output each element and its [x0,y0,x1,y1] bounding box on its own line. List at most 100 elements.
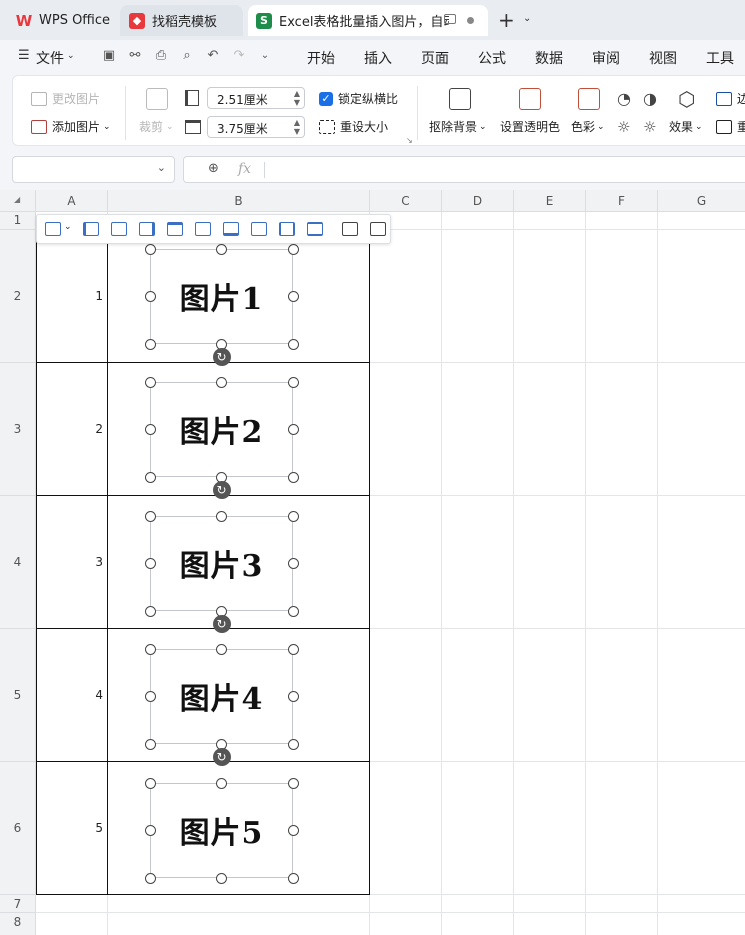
align-bottom-icon[interactable] [223,222,239,236]
resize-handle[interactable] [287,243,299,255]
border-button[interactable]: 边 [716,90,745,107]
resize-handle[interactable] [144,777,156,789]
set-transparent-color-icon[interactable] [519,88,541,110]
column-header-b[interactable]: B [108,190,370,212]
lock-aspect-checkbox[interactable]: ✓ 锁定纵横比 [319,90,398,107]
picture-3[interactable]: 图片3 [150,516,293,611]
row-header-2[interactable]: 2 [0,230,36,363]
column-header-e[interactable]: E [514,190,586,212]
column-header-a[interactable]: A [36,190,108,212]
resize-handle[interactable] [144,471,156,483]
row-header-7[interactable]: 7 [0,895,36,913]
resize-handle[interactable] [216,872,227,884]
distribute-horizontal-icon[interactable] [279,222,295,236]
select-all-corner[interactable]: ◢ [0,190,36,212]
resize-handle[interactable] [144,558,156,569]
set-transparent-color-button[interactable]: 设置透明色 [500,118,560,135]
resize-handle[interactable] [287,291,299,302]
formula-input[interactable]: ⊕ fx [183,156,745,183]
name-box-chevron-icon[interactable]: ⌄ [157,161,166,174]
rotate-handle-icon[interactable]: ↻ [212,348,231,366]
picture-2[interactable]: 图片2 [150,382,293,477]
unsaved-dot-icon[interactable] [467,17,474,24]
align-middle-icon[interactable] [195,222,211,236]
resize-handle[interactable] [144,605,156,617]
resize-handle[interactable] [216,243,227,255]
crop-icon[interactable] [146,88,168,110]
menu-page[interactable]: 页面 [421,48,449,68]
brightness-down-icon[interactable]: ☼ [617,118,630,136]
effects-button[interactable]: 效果 ⌄ [669,118,703,135]
align-right-icon[interactable] [139,222,155,236]
resize-handle[interactable] [216,376,227,388]
resize-handle[interactable] [287,691,299,702]
redo-icon[interactable]: ↷ [230,47,248,65]
menu-tools[interactable]: 工具 [706,48,734,68]
tab-wps-office[interactable]: W WPS Office [6,5,116,36]
column-header-g[interactable]: G [658,190,745,212]
group-icon[interactable] [342,222,358,236]
picture-4[interactable]: 图片4 [150,649,293,744]
resize-handle[interactable] [287,510,299,522]
cell-a3[interactable]: 2 [36,422,107,436]
column-header-c[interactable]: C [370,190,442,212]
color-icon[interactable] [578,88,600,110]
resize-handle[interactable] [287,605,299,617]
row-header-6[interactable]: 6 [0,762,36,895]
link-icon[interactable]: ⚯ [126,47,144,65]
resize-handle[interactable] [144,338,156,350]
reset-size-button[interactable]: 重设大小 [319,118,388,135]
resize-handle[interactable] [144,691,156,702]
row-header-5[interactable]: 5 [0,629,36,762]
select-mode-icon[interactable] [45,222,61,236]
zoom-formula-icon[interactable]: ⊕ [208,161,219,176]
fx-icon[interactable]: fx [238,161,251,177]
file-menu-chevron-icon[interactable]: ⌄ [67,51,75,61]
resize-handle[interactable] [144,738,156,750]
tab-excel-document[interactable]: S Excel表格批量插入图片，自动 [248,5,488,36]
menu-home[interactable]: 开始 [307,48,335,68]
picture-1[interactable]: 图片1 [150,249,293,344]
select-mode-chevron-icon[interactable]: ⌄ [64,222,72,232]
color-button[interactable]: 色彩 ⌄ [571,118,605,135]
file-menu[interactable]: 文件 [36,48,64,68]
resize-handle[interactable] [287,825,299,836]
add-picture-button[interactable]: 添加图片 ⌄ [31,118,111,135]
contrast-up-icon[interactable]: ◑ [643,89,657,108]
remove-background-icon[interactable] [449,88,471,110]
tab-list-chevron-icon[interactable]: ⌄ [523,13,531,24]
resize-handle[interactable] [287,376,299,388]
distribute-grid-icon[interactable] [251,222,267,236]
height-spinner-icon[interactable]: ▲ ▼ [294,89,300,107]
name-box[interactable]: ⌄ [12,156,175,183]
resize-handle[interactable] [287,471,299,483]
brightness-up-icon[interactable]: ◔ [617,89,631,108]
effects-icon[interactable]: ⬡ [678,87,695,111]
cell-a2[interactable]: 1 [36,289,107,303]
resize-handle[interactable] [287,558,299,569]
resize-handle[interactable] [287,424,299,435]
new-tab-plus-icon[interactable]: + [498,8,515,32]
change-picture-button[interactable]: 更改图片 [31,90,100,107]
row-header-1[interactable]: 1 [0,212,36,230]
resize-handle[interactable] [144,643,156,655]
resize-handle[interactable] [144,510,156,522]
spreadsheet-grid[interactable]: ◢ A B C D E F G 1 2 3 4 5 6 7 8 1 2 3 4 … [0,190,745,935]
height-input[interactable]: 2.51厘米 ▲ ▼ [207,87,305,109]
align-center-icon[interactable] [111,222,127,236]
column-header-d[interactable]: D [442,190,514,212]
row-header-8[interactable]: 8 [0,913,36,935]
undo-icon[interactable]: ↶ [204,47,222,65]
quick-access-chevron-icon[interactable]: ⌄ [256,47,274,65]
menu-view[interactable]: 视图 [649,48,677,68]
picture-5[interactable]: 图片5 [150,783,293,878]
rotate-handle-icon[interactable]: ↻ [212,481,231,499]
resize-handle[interactable] [216,777,227,789]
cell-a5[interactable]: 4 [36,688,107,702]
row-header-4[interactable]: 4 [0,496,36,629]
resize-handle[interactable] [144,376,156,388]
resize-handle[interactable] [144,291,156,302]
contrast-down-icon[interactable]: ☼ [643,118,656,136]
align-left-icon[interactable] [83,222,99,236]
resize-handle[interactable] [287,777,299,789]
